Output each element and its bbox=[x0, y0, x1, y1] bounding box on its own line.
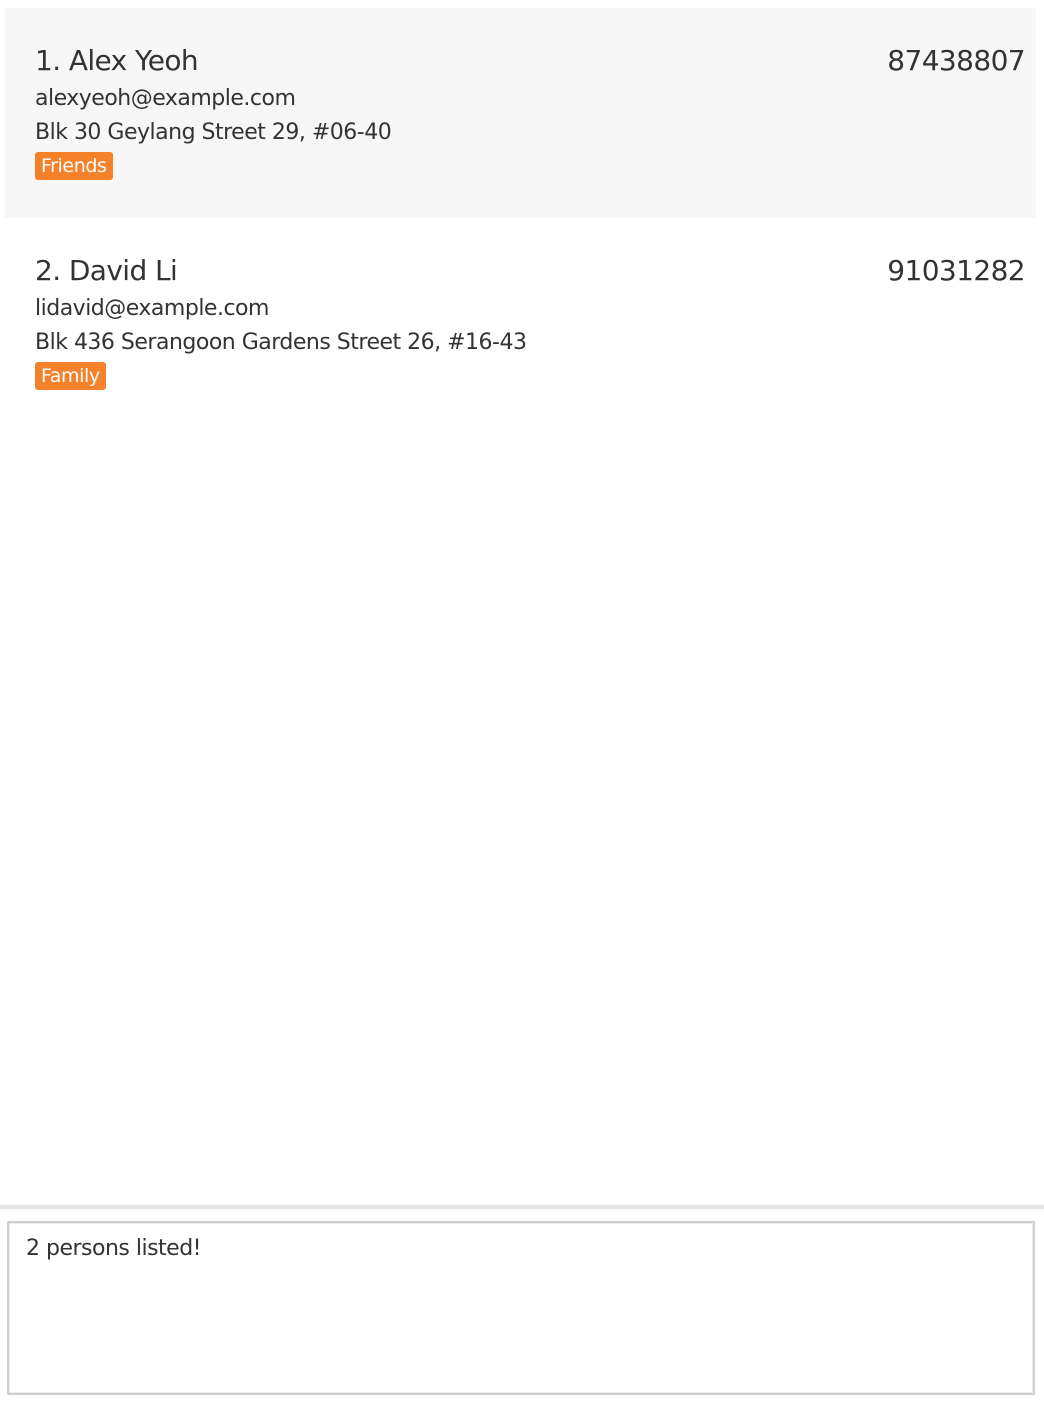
result-display[interactable]: 2 persons listed! bbox=[7, 1221, 1035, 1395]
result-message: 2 persons listed! bbox=[26, 1236, 202, 1261]
person-name: 1. Alex Yeoh bbox=[35, 44, 199, 77]
person-tags: Family bbox=[35, 362, 106, 390]
person-address: Blk 436 Serangoon Gardens Street 26, #16… bbox=[35, 330, 527, 355]
address-book-window: 1. Alex Yeoh 87438807 alexyeoh@example.c… bbox=[0, 0, 1044, 1404]
person-card[interactable]: 1. Alex Yeoh 87438807 alexyeoh@example.c… bbox=[5, 8, 1036, 218]
person-email: alexyeoh@example.com bbox=[35, 86, 296, 111]
person-name: 2. David Li bbox=[35, 254, 178, 287]
person-tags: Friends bbox=[35, 152, 113, 180]
person-list[interactable]: 1. Alex Yeoh 87438807 alexyeoh@example.c… bbox=[0, 0, 1044, 1205]
person-card[interactable]: 2. David Li 91031282 lidavid@example.com… bbox=[5, 218, 1036, 428]
tag-label: Family bbox=[35, 362, 106, 390]
person-phone: 87438807 bbox=[887, 44, 1025, 77]
person-phone: 91031282 bbox=[887, 254, 1025, 287]
tag-label: Friends bbox=[35, 152, 113, 180]
person-address: Blk 30 Geylang Street 29, #06-40 bbox=[35, 120, 392, 145]
split-pane-divider[interactable] bbox=[0, 1205, 1044, 1209]
person-email: lidavid@example.com bbox=[35, 296, 269, 321]
